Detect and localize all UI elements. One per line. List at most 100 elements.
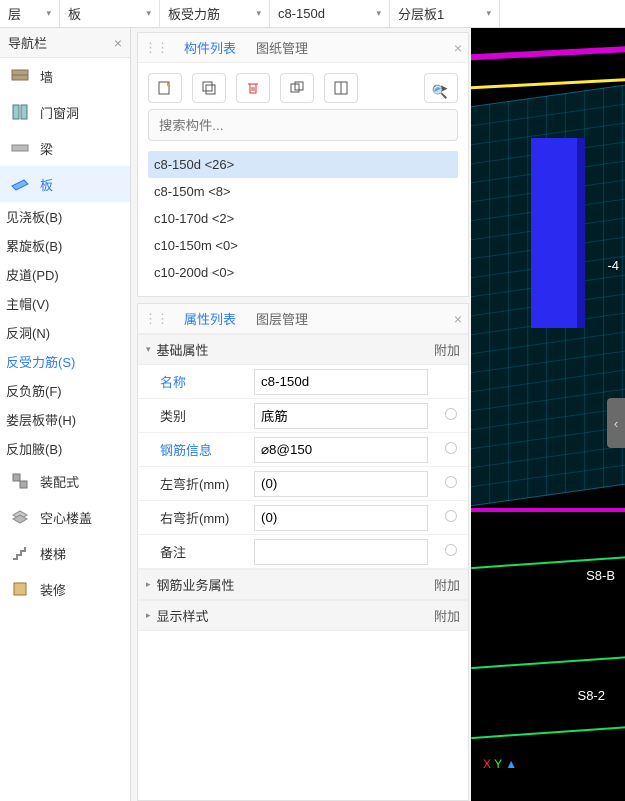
sidebar-title: 导航栏 [8, 33, 47, 52]
axis-z-icon: ▲ [505, 757, 517, 771]
chevron-right-icon: ▸ [146, 579, 151, 590]
sidebar-item-door[interactable]: 门窗洞 [0, 94, 130, 130]
sidebar-item-label: 墙 [40, 67, 53, 86]
layout-button[interactable] [324, 73, 358, 103]
prop-extra-radio[interactable] [434, 408, 468, 423]
prop-row-remark: 备注 [138, 535, 468, 569]
sidebar-sub[interactable]: 见浇板(B) [0, 202, 130, 231]
copy-button[interactable] [192, 73, 226, 103]
duplicate-button[interactable] [280, 73, 314, 103]
prop-extra-radio[interactable] [434, 544, 468, 559]
group-display[interactable]: ▸ 显示样式 附加 [138, 600, 468, 631]
group-title: 显示样式 [157, 606, 209, 625]
viewport-geometry [471, 649, 625, 669]
sidebar-item-beam[interactable]: 梁 [0, 130, 130, 166]
grip-icon[interactable]: ⋮⋮ [144, 40, 172, 56]
prop-row-name: 名称 [138, 365, 468, 399]
axis-gizmo[interactable]: X Y ▲ [483, 757, 517, 771]
expand-handle[interactable]: ‹ [607, 398, 625, 448]
prop-input-rebar[interactable] [254, 437, 428, 463]
prop-extra-radio[interactable] [434, 476, 468, 491]
dropdown-floor[interactable]: 层▾ [0, 0, 60, 27]
group-extra-label: 附加 [434, 606, 460, 625]
sidebar-item-wall[interactable]: 墙 [0, 58, 130, 94]
tab-drawing-mgmt[interactable]: 图纸管理 [248, 34, 316, 61]
tab-component-list[interactable]: 构件列表 [176, 34, 244, 61]
close-icon[interactable]: × [454, 40, 462, 56]
dropdown-layer[interactable]: 分层板1▾ [390, 0, 500, 27]
sidebar-sub[interactable]: 娄层板带(H) [0, 405, 130, 434]
sidebar-item-label: 门窗洞 [40, 103, 79, 122]
sidebar-sub[interactable]: 反负筋(F) [0, 376, 130, 405]
dropdown-category[interactable]: 板▾ [60, 0, 160, 27]
sidebar-sub-active[interactable]: 反受力筋(S) [0, 347, 130, 376]
axis-x-icon: X [483, 757, 491, 771]
chevron-down-icon: ▾ [146, 8, 151, 19]
panel-header: ⋮⋮ 构件列表 图纸管理 × [138, 33, 468, 63]
prop-input-remark[interactable] [254, 539, 428, 565]
viewport-geometry [471, 41, 625, 61]
prop-label: 左弯折(mm) [138, 474, 248, 493]
component-list-panel: ⋮⋮ 构件列表 图纸管理 × ▸▸ 🔍 c8-1 [137, 32, 469, 297]
prop-label: 备注 [138, 542, 248, 561]
chevron-down-icon: ▾ [46, 8, 51, 19]
sidebar-sub[interactable]: 反加腋(B) [0, 434, 130, 463]
sidebar-header: 导航栏 × [0, 28, 130, 58]
sidebar-item-label: 楼梯 [40, 544, 66, 563]
component-list: c8-150d <26> c8-150m <8> c10-170d <2> c1… [138, 149, 468, 296]
sidebar-sub[interactable]: 皮道(PD) [0, 260, 130, 289]
dropdown-label: 板 [68, 4, 81, 23]
new-button[interactable] [148, 73, 182, 103]
sidebar-item-label: 板 [40, 175, 53, 194]
prop-input-rightbend[interactable] [254, 505, 428, 531]
prop-input-leftbend[interactable] [254, 471, 428, 497]
dropdown-component[interactable]: c8-150d▾ [270, 0, 390, 27]
viewport-label: S8-B [586, 568, 615, 583]
list-item[interactable]: c10-150m <0> [148, 232, 458, 259]
tab-property-list[interactable]: 属性列表 [176, 305, 244, 332]
sidebar-item-slab[interactable]: 板 [0, 166, 130, 202]
group-extra-label: 附加 [434, 575, 460, 594]
sidebar-sub[interactable]: 累旋板(B) [0, 231, 130, 260]
list-item[interactable]: c10-170d <2> [148, 205, 458, 232]
dropdown-subcategory[interactable]: 板受力筋▾ [160, 0, 270, 27]
sidebar-sub[interactable]: 主帽(V) [0, 289, 130, 318]
panel-header: ⋮⋮ 属性列表 图层管理 × [138, 304, 468, 334]
search-input[interactable] [148, 109, 458, 141]
group-extra-label: 附加 [434, 340, 460, 359]
list-item[interactable]: c10-200d <0> [148, 259, 458, 286]
list-item[interactable]: c8-150d <26> [148, 151, 458, 178]
prop-label[interactable]: 名称 [138, 372, 248, 391]
prop-input-category[interactable] [254, 403, 428, 429]
sidebar-item-label: 梁 [40, 139, 53, 158]
top-dropdown-bar: 层▾ 板▾ 板受力筋▾ c8-150d▾ 分层板1▾ [0, 0, 625, 28]
tab-layer-mgmt[interactable]: 图层管理 [248, 305, 316, 332]
nav-sidebar: 导航栏 × 墙 门窗洞 梁 板 见浇板(B) 累旋板(B) 皮道(PD) [0, 28, 131, 801]
sidebar-item-hollow[interactable]: 空心楼盖 [0, 499, 130, 535]
dropdown-label: 板受力筋 [168, 4, 220, 23]
property-panel: ⋮⋮ 属性列表 图层管理 × ▾ 基础属性 附加 名称 类别 [137, 303, 469, 801]
3d-viewport[interactable]: -4 S8-B S8-2 ‹ X Y ▲ [471, 28, 625, 801]
prop-label[interactable]: 钢筋信息 [138, 440, 248, 459]
viewport-geometry [471, 549, 625, 569]
search-icon: 🔍 [432, 84, 448, 100]
group-basic[interactable]: ▾ 基础属性 附加 [138, 334, 468, 365]
prop-extra-radio[interactable] [434, 510, 468, 525]
delete-button[interactable] [236, 73, 270, 103]
dropdown-label: c8-150d [278, 6, 325, 21]
viewport-label: -4 [607, 258, 619, 273]
group-rebar-biz[interactable]: ▸ 钢筋业务属性 附加 [138, 569, 468, 600]
sidebar-sub[interactable]: 反洞(N) [0, 318, 130, 347]
prop-extra-radio[interactable] [434, 442, 468, 457]
sidebar-item-deco[interactable]: 装修 [0, 571, 130, 607]
close-icon[interactable]: × [114, 35, 122, 51]
list-item[interactable]: c8-150m <8> [148, 178, 458, 205]
sidebar-item-stair[interactable]: 楼梯 [0, 535, 130, 571]
close-icon[interactable]: × [454, 311, 462, 327]
prop-row-leftbend: 左弯折(mm) [138, 467, 468, 501]
grip-icon[interactable]: ⋮⋮ [144, 311, 172, 327]
prop-label: 右弯折(mm) [138, 508, 248, 527]
sidebar-item-prefab[interactable]: 装配式 [0, 463, 130, 499]
prop-input-name[interactable] [254, 369, 428, 395]
dropdown-label: 层 [8, 4, 21, 23]
